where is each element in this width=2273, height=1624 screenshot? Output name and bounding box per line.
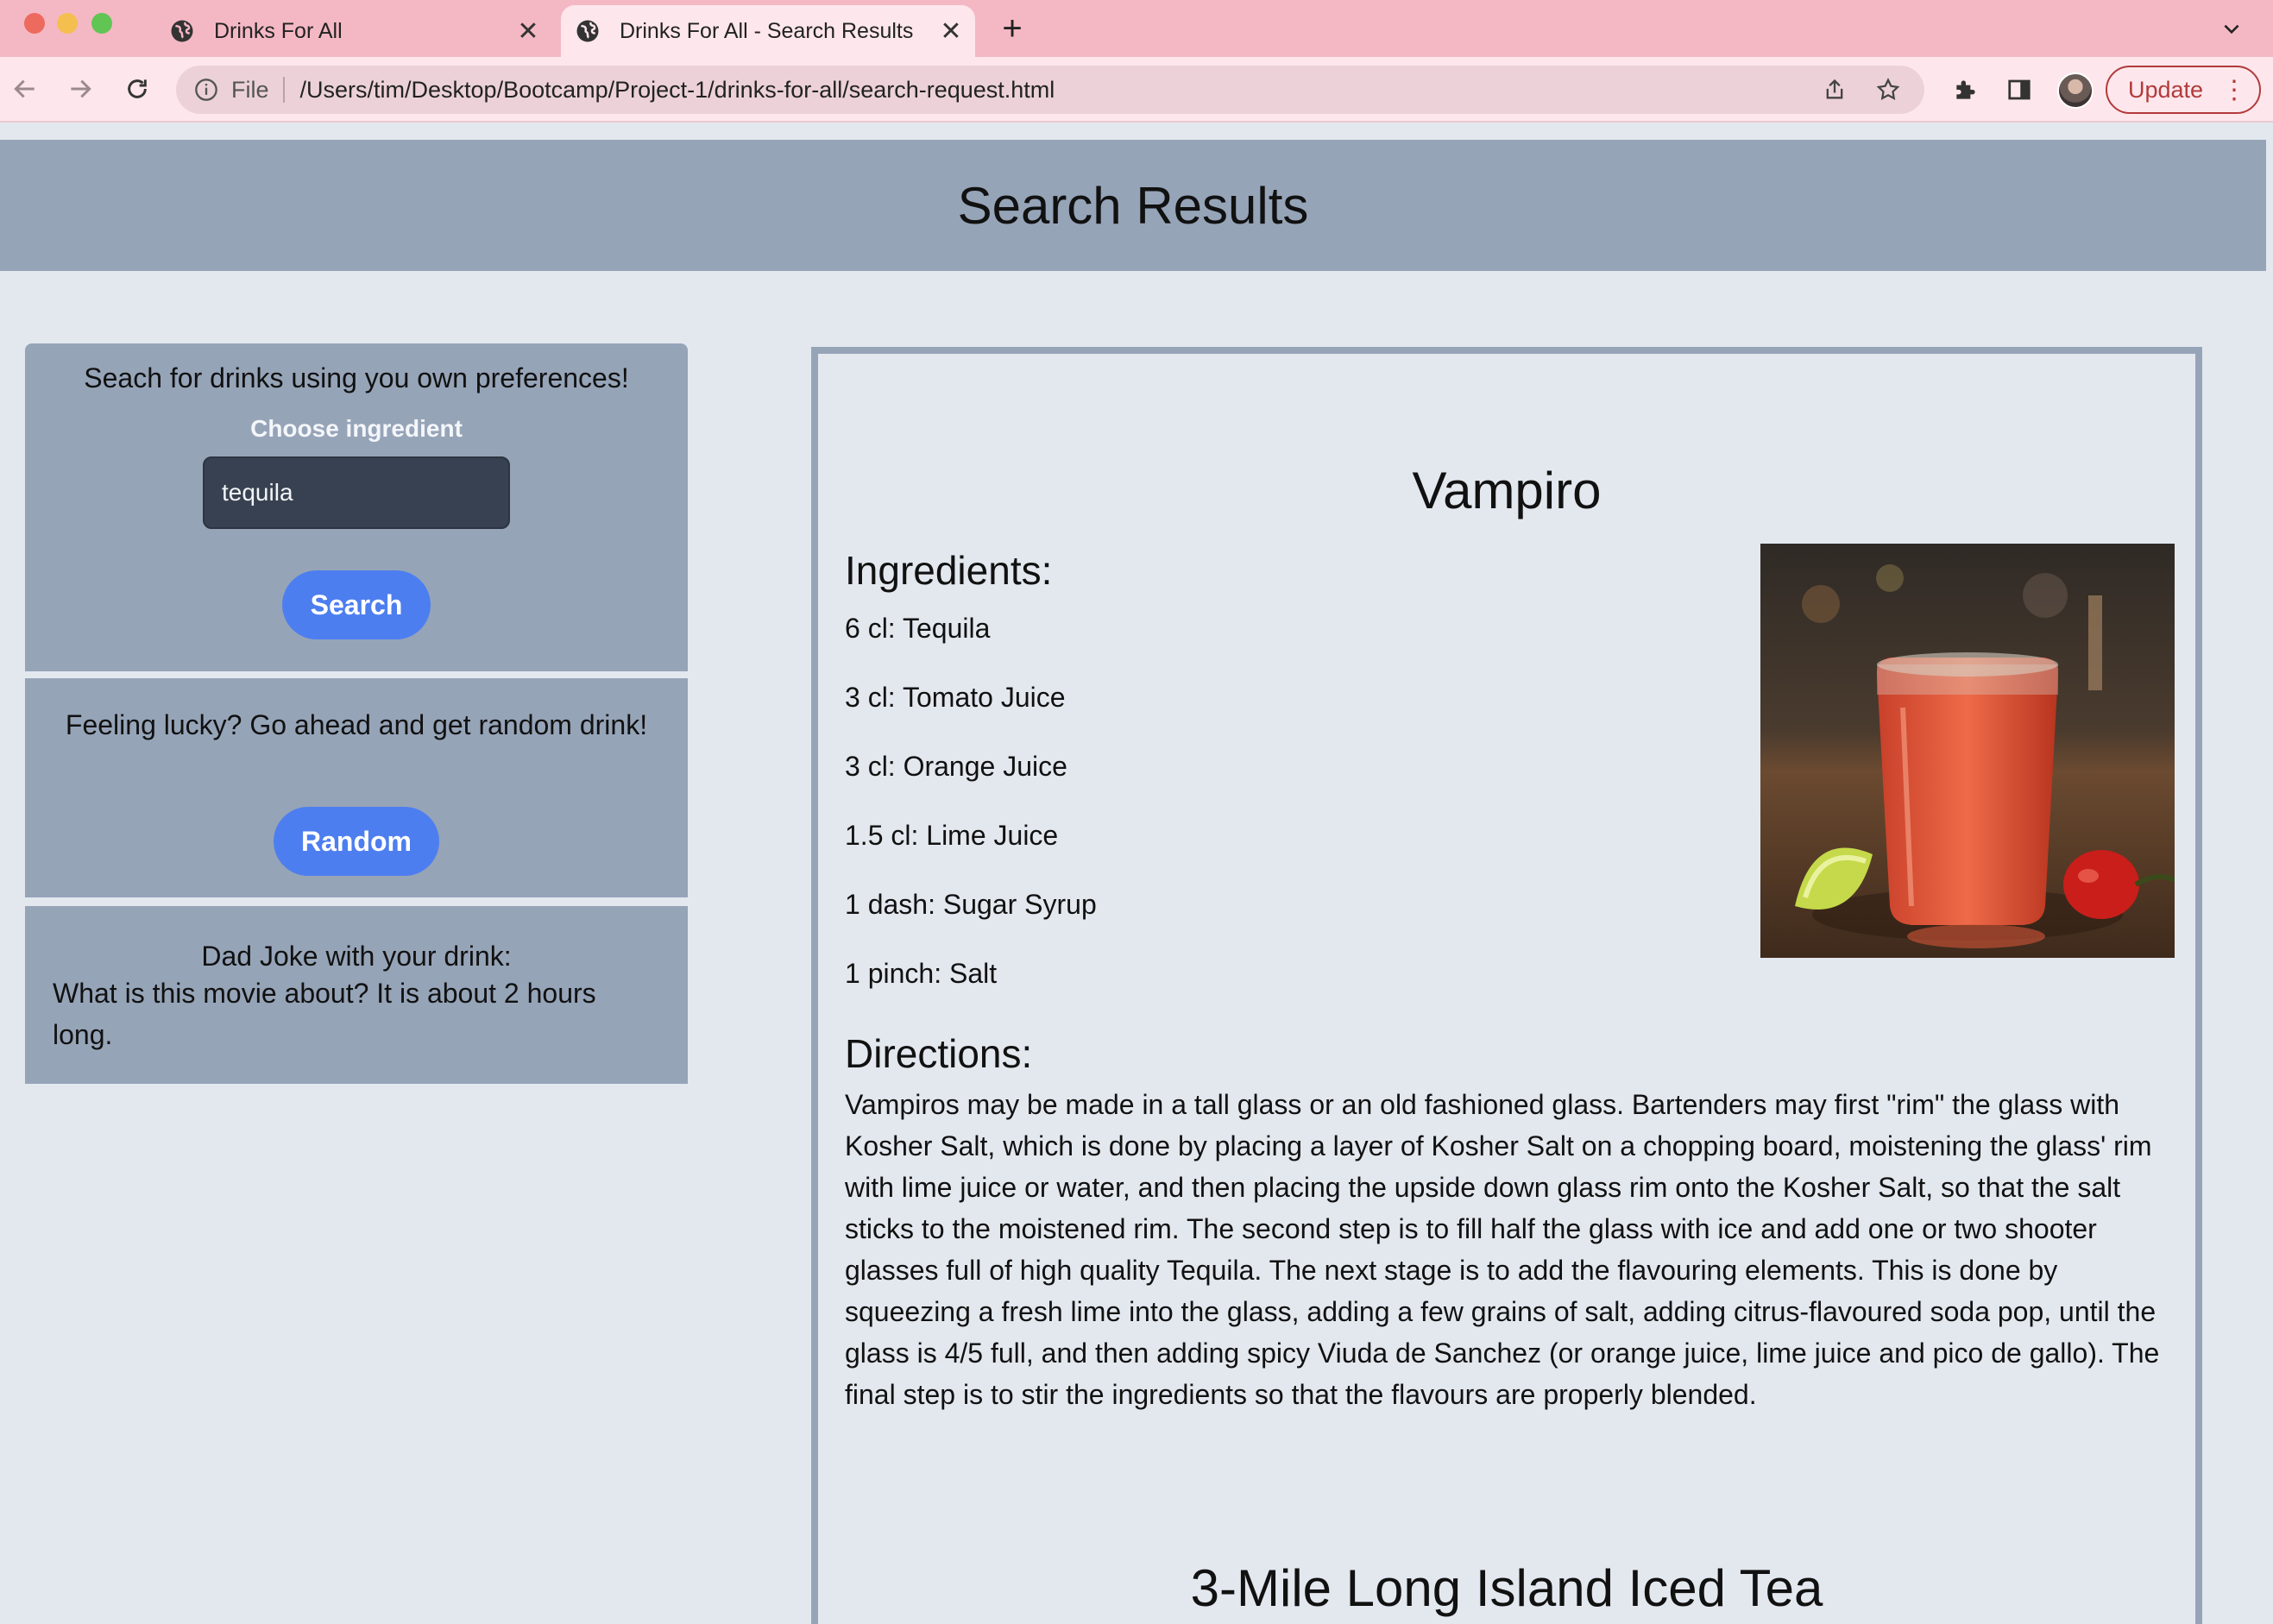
drink-name: 3-Mile Long Island Iced Tea <box>1190 1559 1823 1617</box>
ingredient-item: 6 cl: Tequila <box>845 613 991 644</box>
directions-text: Vampiros may be made in a tall glass or … <box>845 1089 2160 1410</box>
page-title: Search Results <box>957 176 1309 235</box>
update-label: Update <box>2128 76 2204 103</box>
search-panel: Seach for drinks using you own preferenc… <box>25 343 688 671</box>
kebab-menu-icon[interactable]: ⋮ <box>2221 75 2247 105</box>
window-minimize-button[interactable] <box>57 13 78 34</box>
plus-icon[interactable]: + <box>994 10 1030 47</box>
share-icon[interactable] <box>1817 72 1852 107</box>
drink-name: Vampiro <box>1412 462 1602 519</box>
ingredients-heading: Ingredients: <box>845 548 1053 593</box>
reload-icon[interactable] <box>117 69 157 109</box>
joke-title: Dad Joke with your drink: <box>201 941 512 972</box>
avatar[interactable] <box>2057 72 2094 109</box>
random-button[interactable]: Random <box>274 807 439 876</box>
forward-arrow-icon[interactable] <box>60 69 100 109</box>
window-close-button[interactable] <box>24 13 45 34</box>
address-bar[interactable]: File /Users/tim/Desktop/Bootcamp/Project… <box>176 66 1924 114</box>
back-arrow-icon[interactable] <box>5 69 45 109</box>
close-icon[interactable]: ✕ <box>511 14 545 48</box>
info-icon[interactable] <box>193 77 219 103</box>
globe-icon <box>169 18 195 44</box>
tab-title: Drinks For All <box>214 18 343 43</box>
update-button[interactable]: Update ⋮ <box>2106 66 2261 114</box>
tab-search-results[interactable]: Drinks For All - Search Results ✕ <box>561 5 975 57</box>
tab-strip: Drinks For All ✕ Drinks For All - Search… <box>0 0 2273 57</box>
globe-icon <box>575 18 601 44</box>
ingredient-item: 1.5 cl: Lime Juice <box>845 820 1059 851</box>
ingredient-item: 3 cl: Orange Juice <box>845 751 1067 782</box>
url-scheme: File <box>231 77 285 103</box>
page-header: Search Results <box>0 140 2266 271</box>
joke-text: What is this movie about? It is about 2 … <box>53 978 596 1050</box>
close-icon[interactable]: ✕ <box>934 14 968 48</box>
window-zoom-button[interactable] <box>91 13 112 34</box>
random-panel: Feeling lucky? Go ahead and get random d… <box>25 678 688 897</box>
joke-panel: Dad Joke with your drink: What is this m… <box>25 906 688 1084</box>
puzzle-icon[interactable] <box>1949 72 1983 107</box>
ingredient-input[interactable] <box>203 456 510 529</box>
star-icon[interactable] <box>1871 72 1905 107</box>
ingredient-label: Choose ingredient <box>250 415 463 442</box>
drink-image <box>1760 544 2175 958</box>
chevron-down-icon[interactable] <box>2214 12 2249 47</box>
ingredient-item: 1 dash: Sugar Syrup <box>845 889 1097 920</box>
random-prompt: Feeling lucky? Go ahead and get random d… <box>65 709 648 740</box>
tab-title: Drinks For All - Search Results <box>620 18 914 43</box>
ingredient-item: 1 pinch: Salt <box>845 958 998 989</box>
directions-heading: Directions: <box>845 1031 1033 1076</box>
search-button[interactable]: Search <box>282 570 431 639</box>
url-text[interactable]: /Users/tim/Desktop/Bootcamp/Project-1/dr… <box>300 77 1817 104</box>
ingredient-item: 3 cl: Tomato Juice <box>845 682 1066 713</box>
results-container: Vampiro Ingredients: 6 cl: Tequila 3 cl:… <box>811 347 2202 1624</box>
sidepanel-icon[interactable] <box>2002 72 2037 107</box>
search-prompt: Seach for drinks using you own preferenc… <box>84 362 629 393</box>
tab-drinks-for-all[interactable]: Drinks For All ✕ <box>155 5 552 57</box>
browser-toolbar: File /Users/tim/Desktop/Bootcamp/Project… <box>0 57 2273 123</box>
